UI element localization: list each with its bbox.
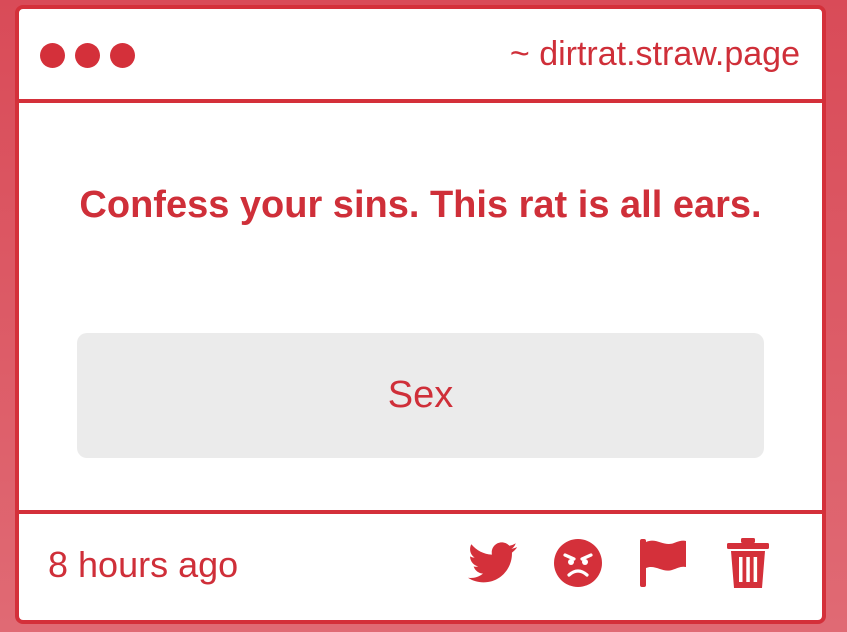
window-dot bbox=[110, 43, 135, 68]
trash-icon bbox=[725, 537, 771, 589]
report-flag-button[interactable] bbox=[637, 537, 689, 589]
share-twitter-button[interactable] bbox=[467, 537, 519, 589]
window-dot bbox=[40, 43, 65, 68]
window-dot bbox=[75, 43, 100, 68]
answer-text: Sex bbox=[387, 374, 454, 416]
timestamp: 8 hours ago bbox=[48, 544, 239, 585]
message-content: Confess your sins. This rat is all ears.… bbox=[19, 103, 822, 521]
twitter-icon bbox=[468, 542, 518, 584]
angry-face-icon bbox=[553, 538, 603, 588]
window-titlebar: ~ dirtrat.straw.page bbox=[19, 9, 822, 103]
answer-box: Sex bbox=[77, 333, 764, 458]
message-card: ~ dirtrat.straw.page Confess your sins. … bbox=[15, 5, 826, 624]
window-dots bbox=[40, 43, 135, 68]
page-url[interactable]: ~ dirtrat.straw.page bbox=[510, 35, 800, 74]
prompt-text: Confess your sins. This rat is all ears. bbox=[79, 184, 762, 226]
react-angry-button[interactable] bbox=[552, 537, 604, 589]
flag-icon bbox=[638, 537, 688, 589]
action-bar bbox=[467, 537, 774, 589]
delete-button[interactable] bbox=[722, 537, 774, 589]
card-footer: 8 hours ago bbox=[19, 510, 822, 620]
